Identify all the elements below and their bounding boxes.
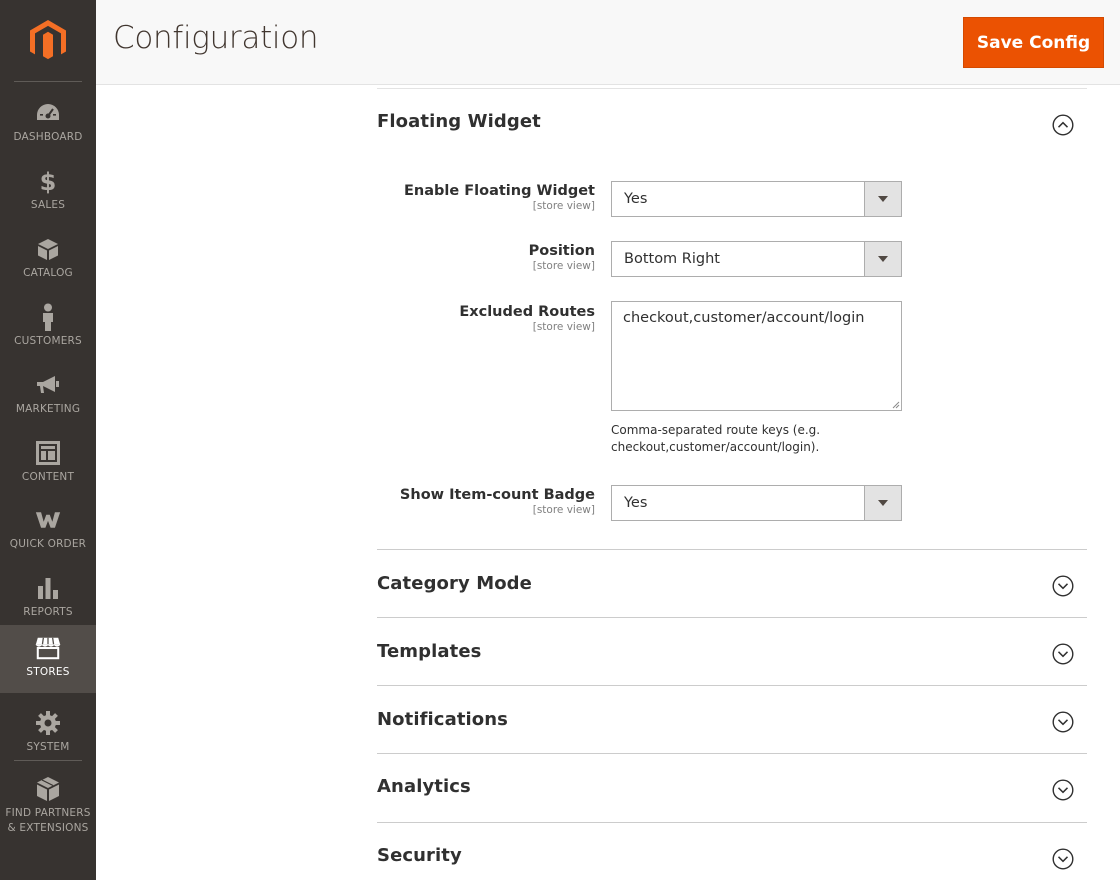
sidebar-item-content[interactable]: CONTENT bbox=[0, 430, 96, 498]
storefront-icon bbox=[35, 635, 61, 661]
excluded-routes-textarea[interactable]: checkout,customer/account/login bbox=[611, 301, 902, 411]
chevron-down-icon[interactable] bbox=[1052, 711, 1074, 733]
sidebar-item-stores[interactable]: STORES bbox=[0, 625, 96, 693]
sidebar-item-label: QUICK ORDER bbox=[9, 538, 87, 550]
megaphone-icon bbox=[35, 372, 61, 398]
box-icon bbox=[35, 236, 61, 262]
field-label-text: Show Item-count Badge bbox=[399, 487, 595, 503]
section-divider bbox=[377, 822, 1087, 823]
chevron-down-icon[interactable] bbox=[1052, 643, 1074, 665]
field-label-text: Position bbox=[528, 243, 595, 259]
svg-text:$: $ bbox=[40, 168, 57, 194]
chevron-down-icon[interactable] bbox=[1052, 848, 1074, 870]
chevron-down-icon[interactable] bbox=[1052, 575, 1074, 597]
gear-icon bbox=[35, 710, 61, 736]
dropdown-arrow-icon[interactable] bbox=[864, 242, 901, 276]
page-title: Configuration bbox=[113, 20, 319, 56]
chevron-up-icon[interactable] bbox=[1052, 114, 1074, 136]
sidebar-item-reports[interactable]: REPORTS bbox=[0, 565, 96, 633]
show-item-count-badge-select[interactable]: Yes bbox=[611, 485, 902, 521]
select-value: Bottom Right bbox=[624, 251, 720, 267]
sidebar-item-label: DASHBOARD bbox=[13, 131, 83, 143]
sidebar-item-customers[interactable]: CUSTOMERS bbox=[0, 294, 96, 362]
sidebar-item-label: REPORTS bbox=[23, 606, 73, 618]
sidebar-item-label: SYSTEM bbox=[26, 741, 70, 753]
note-line: Comma-separated route keys (e.g. bbox=[611, 423, 821, 437]
magento-logo-icon bbox=[30, 20, 66, 60]
note-line: checkout,customer/account/login). bbox=[611, 440, 820, 454]
field-label-excluded-routes: Excluded Routes [store view] bbox=[335, 303, 595, 333]
sidebar-divider bbox=[14, 81, 82, 82]
sidebar-item-label: SALES bbox=[30, 199, 66, 211]
save-config-button[interactable]: Save Config bbox=[963, 17, 1104, 68]
section-divider bbox=[377, 685, 1087, 686]
sidebar-item-quick-order[interactable]: QUICK ORDER bbox=[0, 497, 96, 565]
sidebar-item-label: MARKETING bbox=[15, 403, 81, 415]
field-scope: [store view] bbox=[532, 321, 595, 333]
sidebar-item-label: CATALOG bbox=[23, 267, 73, 279]
sidebar-divider bbox=[14, 760, 82, 761]
admin-sidebar: DASHBOARD $ SALES CATALOG CUSTOMERS MARK… bbox=[0, 0, 96, 880]
section-title-floating-widget[interactable]: Floating Widget bbox=[377, 111, 541, 132]
section-divider bbox=[377, 549, 1087, 550]
resize-handle-icon[interactable] bbox=[892, 401, 900, 409]
field-label-position: Position [store view] bbox=[335, 242, 595, 272]
field-label-show-item-count-badge: Show Item-count Badge [store view] bbox=[335, 486, 595, 516]
section-divider bbox=[377, 753, 1087, 754]
w-icon bbox=[35, 507, 61, 533]
dollar-icon: $ bbox=[35, 168, 61, 194]
dropdown-arrow-icon[interactable] bbox=[864, 486, 901, 520]
sidebar-item-label: STORES bbox=[26, 666, 70, 678]
excluded-routes-note: Comma-separated route keys (e.g. checkou… bbox=[611, 422, 911, 456]
position-select[interactable]: Bottom Right bbox=[611, 241, 902, 277]
dashboard-icon bbox=[35, 100, 61, 126]
section-title-templates[interactable]: Templates bbox=[377, 641, 481, 662]
section-title-analytics[interactable]: Analytics bbox=[377, 776, 471, 797]
sidebar-item-label: & EXTENSIONS bbox=[7, 822, 89, 834]
enable-floating-widget-select[interactable]: Yes bbox=[611, 181, 902, 217]
section-title-notifications[interactable]: Notifications bbox=[377, 709, 508, 730]
dropdown-arrow-icon[interactable] bbox=[864, 182, 901, 216]
field-label-text: Excluded Routes bbox=[459, 304, 595, 320]
textarea-value: checkout,customer/account/login bbox=[623, 310, 865, 326]
sidebar-item-label: FIND PARTNERS bbox=[5, 807, 91, 819]
sidebar-item-sales[interactable]: $ SALES bbox=[0, 158, 96, 226]
cube-icon bbox=[35, 776, 61, 802]
bar-chart-icon bbox=[35, 575, 61, 601]
person-icon bbox=[35, 303, 61, 331]
field-scope: [store view] bbox=[532, 200, 595, 212]
select-value: Yes bbox=[624, 191, 648, 207]
section-title-security[interactable]: Security bbox=[377, 845, 462, 866]
field-label-enable-floating-widget: Enable Floating Widget [store view] bbox=[335, 182, 595, 212]
sidebar-item-marketing[interactable]: MARKETING bbox=[0, 362, 96, 430]
select-value: Yes bbox=[624, 495, 648, 511]
layout-icon bbox=[35, 440, 61, 466]
sidebar-item-label: CONTENT bbox=[21, 471, 75, 483]
section-divider bbox=[377, 617, 1087, 618]
field-scope: [store view] bbox=[532, 260, 595, 272]
sidebar-item-dashboard[interactable]: DASHBOARD bbox=[0, 90, 96, 158]
chevron-down-icon[interactable] bbox=[1052, 779, 1074, 801]
section-title-category-mode[interactable]: Category Mode bbox=[377, 573, 532, 594]
sidebar-item-system[interactable]: SYSTEM bbox=[0, 700, 96, 768]
section-divider bbox=[377, 88, 1087, 89]
sidebar-item-find-partners[interactable]: FIND PARTNERS & EXTENSIONS bbox=[0, 766, 96, 838]
sidebar-item-label: CUSTOMERS bbox=[14, 335, 82, 347]
sidebar-item-catalog[interactable]: CATALOG bbox=[0, 226, 96, 294]
magento-logo[interactable] bbox=[0, 0, 96, 82]
field-label-text: Enable Floating Widget bbox=[403, 183, 595, 199]
page-header: Configuration Save Config bbox=[96, 0, 1120, 85]
field-scope: [store view] bbox=[532, 504, 595, 516]
